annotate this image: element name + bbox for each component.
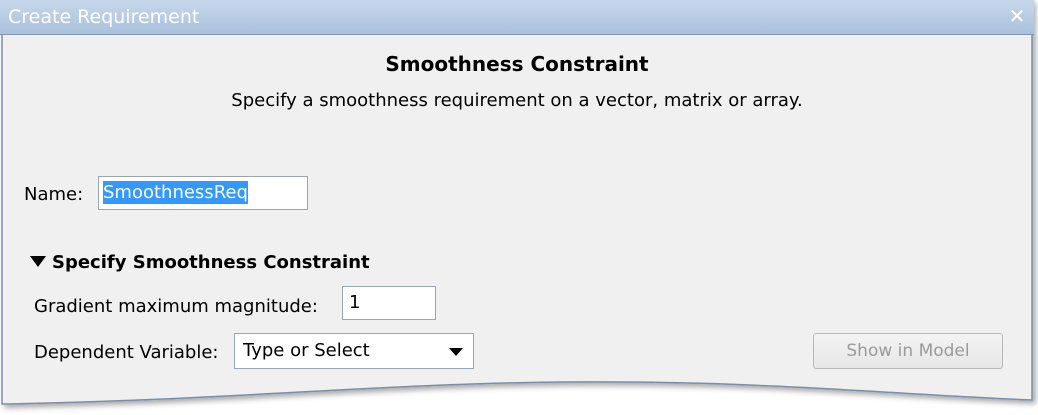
gradient-magnitude-input[interactable]: 1 xyxy=(342,286,436,320)
dialog-heading: Smoothness Constraint xyxy=(385,52,649,76)
expand-triangle-icon[interactable] xyxy=(30,256,46,267)
dropdown-arrow-icon[interactable] xyxy=(449,348,463,356)
dependent-variable-select[interactable]: Type or Select xyxy=(234,333,474,369)
close-icon[interactable]: ✕ xyxy=(1006,4,1028,28)
section-toggle[interactable]: Specify Smoothness Constraint xyxy=(30,252,370,273)
title-bar[interactable]: Create Requirement ✕ xyxy=(0,0,1034,35)
create-requirement-dialog: Create Requirement ✕ Smoothness Constrai… xyxy=(0,0,1034,415)
section-title: Specify Smoothness Constraint xyxy=(52,252,370,273)
name-label: Name: xyxy=(24,184,84,205)
gradient-magnitude-label: Gradient maximum magnitude: xyxy=(34,296,318,317)
name-input-value: SmoothnessReq xyxy=(103,181,248,204)
window-title: Create Requirement xyxy=(8,6,200,28)
show-in-model-button[interactable]: Show in Model xyxy=(813,333,1003,369)
dependent-variable-label: Dependent Variable: xyxy=(34,342,219,363)
dialog-description: Specify a smoothness requirement on a ve… xyxy=(231,90,803,111)
name-input[interactable]: SmoothnessReq xyxy=(98,176,308,210)
dependent-variable-value: Type or Select xyxy=(243,340,370,361)
